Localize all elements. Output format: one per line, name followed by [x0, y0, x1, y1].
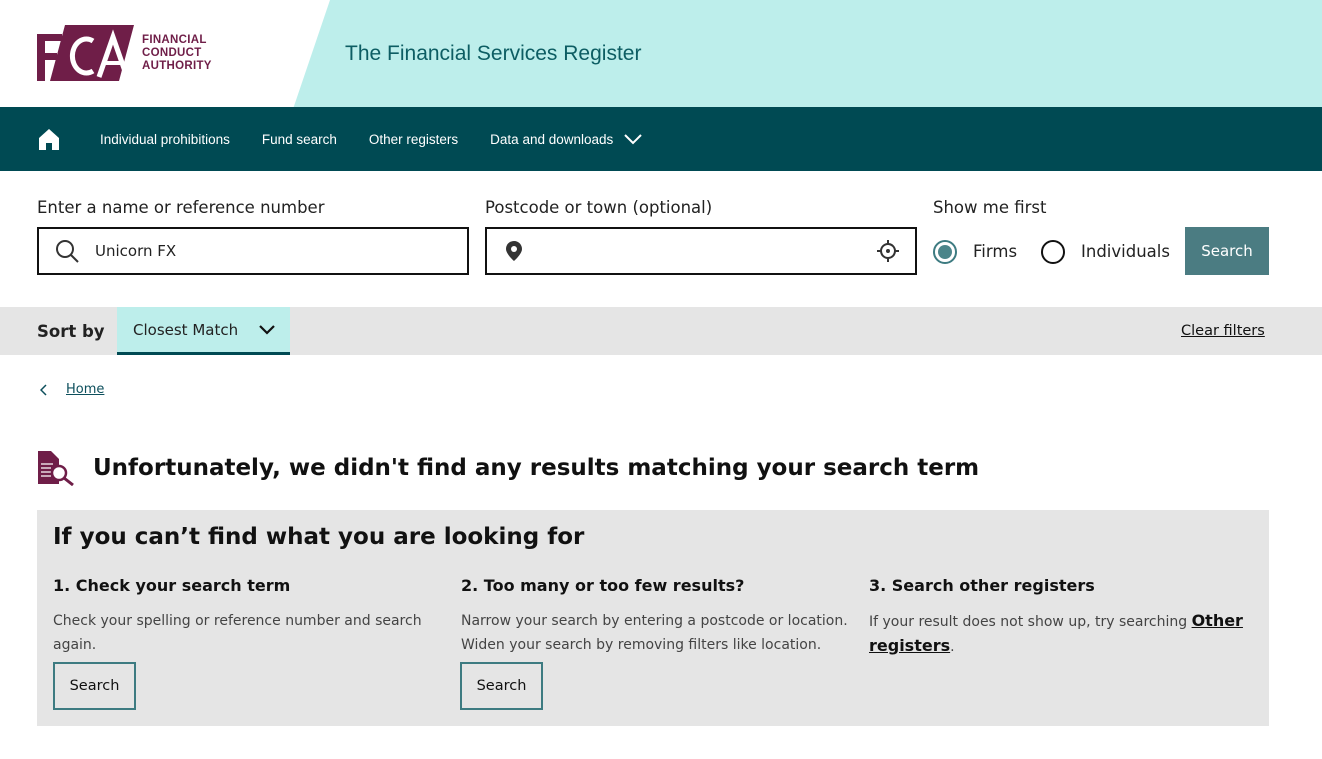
help-col-title: 1. Check your search term	[53, 576, 291, 595]
search-button[interactable]: Search	[1185, 227, 1269, 275]
logo-text: FINANCIAL CONDUCT AUTHORITY	[142, 33, 212, 72]
help-col-check: 1. Check your search term Check your spe…	[53, 576, 443, 657]
chevron-down-icon	[624, 134, 642, 145]
sort-by-label: Sort by	[37, 322, 105, 341]
clear-filters-link[interactable]: Clear filters	[1181, 323, 1265, 339]
help-col-other: 3. Search other registers If your result…	[869, 576, 1249, 659]
chevron-down-icon	[259, 324, 275, 335]
no-results: Unfortunately, we didn't find any result…	[37, 450, 979, 486]
help-text: If your result does not show up, try sea…	[869, 614, 1192, 630]
location-pin-icon	[506, 241, 522, 261]
check-search-button[interactable]: Search	[53, 662, 136, 710]
search-icon	[56, 240, 79, 263]
nav-individual-prohibitions[interactable]: Individual prohibitions	[100, 132, 230, 147]
help-col-text: If your result does not show up, try sea…	[869, 609, 1249, 659]
firms-label[interactable]: Firms	[973, 242, 1017, 261]
show-me-first-label: Show me first	[933, 198, 1047, 217]
help-col-title: 2. Too many or too few results?	[461, 576, 745, 595]
sort-value: Closest Match	[133, 320, 239, 339]
name-search-input[interactable]: Unicorn FX	[37, 227, 469, 275]
help-col-title: 3. Search other registers	[869, 576, 1095, 595]
sort-select[interactable]: Closest Match	[117, 307, 290, 355]
no-results-heading: Unfortunately, we didn't find any result…	[93, 455, 980, 481]
document-search-icon	[38, 451, 74, 486]
breadcrumb: Home	[40, 382, 104, 397]
individuals-label[interactable]: Individuals	[1081, 242, 1170, 261]
help-text-end: .	[950, 639, 955, 655]
site-header: FINANCIAL CONDUCT AUTHORITY The Financial …	[0, 0, 1322, 107]
fca-logo-mark	[37, 25, 134, 81]
nav-fund-search[interactable]: Fund search	[262, 132, 337, 147]
postcode-label: Postcode or town (optional)	[485, 198, 713, 217]
name-label: Enter a name or reference number	[37, 198, 325, 217]
fca-logo[interactable]: FINANCIAL CONDUCT AUTHORITY	[37, 25, 212, 81]
individuals-radio[interactable]	[1041, 240, 1065, 264]
refine-search-button[interactable]: Search	[460, 662, 543, 710]
nav-data-downloads[interactable]: Data and downloads	[490, 132, 643, 147]
help-col-text: Check your spelling or reference number …	[53, 613, 422, 653]
postcode-input[interactable]	[485, 227, 917, 275]
nav-label: Data and downloads	[490, 131, 614, 147]
page-title: The Financial Services Register	[345, 42, 642, 65]
home-icon[interactable]	[38, 128, 60, 150]
help-col-results: 2. Too many or too few results? Narrow y…	[461, 576, 851, 657]
help-col-text: Narrow your search by entering a postcod…	[461, 613, 848, 653]
help-title: If you can’t find what you are looking f…	[53, 524, 585, 550]
firms-radio[interactable]	[933, 240, 957, 264]
name-input-value: Unicorn FX	[95, 242, 177, 260]
breadcrumb-home[interactable]: Home	[66, 382, 104, 397]
locate-me-icon[interactable]	[877, 240, 899, 262]
nav-other-registers[interactable]: Other registers	[369, 132, 458, 147]
main-nav: Individual prohibitions Fund search Othe…	[0, 107, 1322, 171]
chevron-left-icon	[40, 383, 47, 396]
help-panel: If you can’t find what you are looking f…	[37, 510, 1269, 726]
